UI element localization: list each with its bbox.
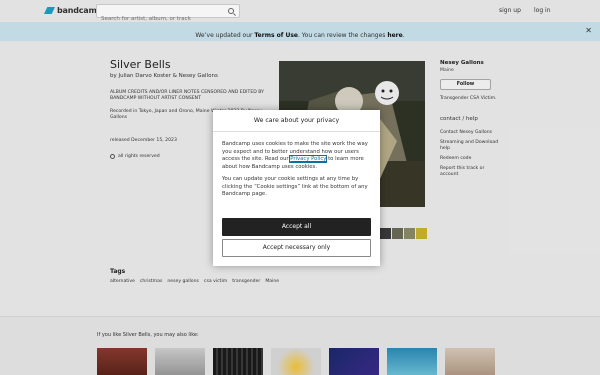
cookie-consent-dialog: We care about your privacy Bandcamp uses… (213, 110, 380, 266)
privacy-policy-link[interactable]: Privacy Policy (289, 155, 328, 163)
dialog-body: Bandcamp uses cookies to make the site w… (213, 132, 380, 199)
cookie-settings-note: You can update your cookie settings at a… (222, 176, 368, 197)
dialog-title: We care about your privacy (213, 110, 380, 132)
accept-all-button[interactable]: Accept all (222, 218, 371, 236)
accept-necessary-button[interactable]: Accept necessary only (222, 239, 371, 257)
cookie-explanation: Bandcamp uses cookies to make the site w… (222, 141, 371, 171)
